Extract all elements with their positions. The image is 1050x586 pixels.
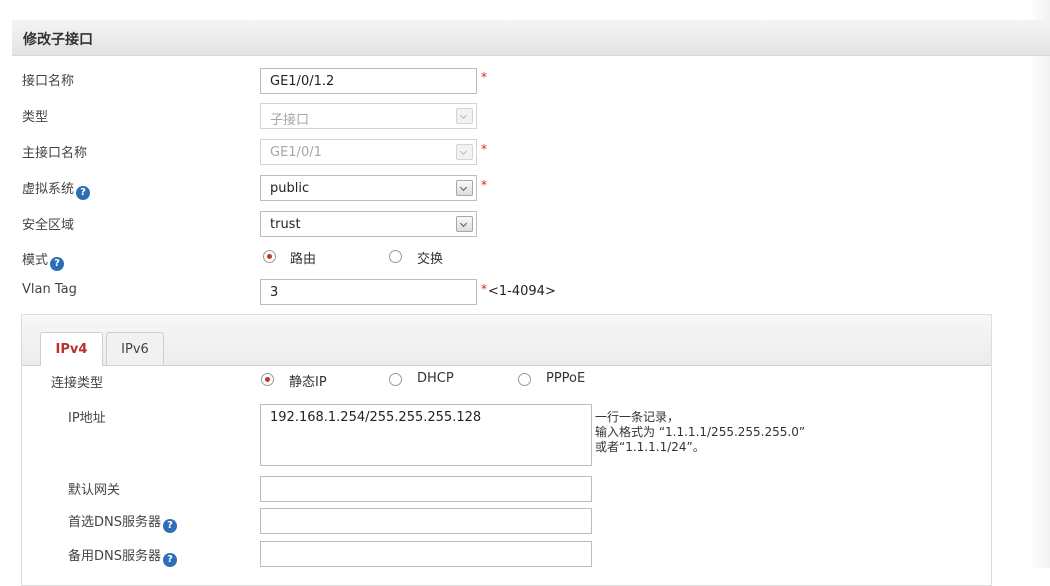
default-gateway-label: 默认网关 [68,483,121,498]
conn-dhcp-radio[interactable] [389,373,402,386]
parent-interface-value: GE1/0/1 [270,145,322,160]
interface-name-field[interactable]: GE1/0/1.2 [260,68,477,94]
tab-ipv4[interactable]: IPv4 [40,332,103,366]
page-edge-shade [1030,0,1050,568]
security-zone-value: trust [270,217,301,232]
conn-static-label[interactable]: 静态IP [289,371,327,390]
ip-address-label: IP地址 [68,411,106,426]
primary-dns-field[interactable] [260,508,592,534]
required-marker: * [481,178,487,192]
conn-pppoe-label[interactable]: PPPoE [546,371,585,386]
vlan-tag-label: Vlan Tag [22,282,77,297]
hint-line: 一行一条记录， [595,410,680,424]
ip-address-hint: 一行一条记录， 输入格式为 “1.1.1.1/255.255.255.0” 或者… [595,410,805,455]
security-zone-label: 安全区域 [22,218,75,233]
section-header: 修改子接口 [12,20,1050,56]
hint-line: 输入格式为 “1.1.1.1/255.255.255.0” [595,425,806,439]
conn-pppoe-radio[interactable] [518,373,531,386]
mode-route-label[interactable]: 路由 [290,248,316,267]
ip-tab-bar: IPv4 IPv6 [22,315,991,366]
type-label: 类型 [22,110,49,125]
vlan-tag-field[interactable]: 3 [260,279,477,305]
tab-ipv6[interactable]: IPv6 [106,332,164,365]
mode-switch-radio[interactable] [389,250,402,263]
chevron-down-icon[interactable] [456,216,473,232]
mode-switch-label[interactable]: 交换 [417,248,443,267]
default-gateway-field[interactable] [260,476,592,502]
virtual-system-label: 虚拟系统? [22,178,91,200]
required-marker: * [481,142,487,156]
conn-static-radio[interactable] [261,373,274,386]
virtual-system-select[interactable]: public [260,175,477,201]
primary-dns-label: 首选DNS服务器? [68,511,177,533]
hint-line: 或者“1.1.1.1/24”。 [595,440,705,454]
page-title: 修改子接口 [23,32,93,48]
ip-address-textarea[interactable]: 192.168.1.254/255.255.255.128 [260,404,592,466]
required-marker: * [481,282,487,296]
chevron-down-icon [456,144,473,160]
connection-type-label: 连接类型 [51,376,104,391]
virtual-system-label-text: 虚拟系统 [22,182,75,197]
chevron-down-icon [456,108,473,124]
secondary-dns-label-text: 备用DNS服务器 [68,549,161,564]
help-icon[interactable]: ? [163,519,177,533]
help-icon[interactable]: ? [50,257,65,271]
mode-label: 模式? [22,249,65,271]
chevron-down-icon[interactable] [456,180,473,196]
security-zone-select[interactable]: trust [260,211,477,237]
secondary-dns-label: 备用DNS服务器? [68,545,177,567]
type-value: 子接口 [270,113,310,128]
mode-label-text: 模式 [22,253,49,268]
parent-interface-label: 主接口名称 [22,146,88,161]
help-icon[interactable]: ? [76,186,91,200]
interface-name-label: 接口名称 [22,74,75,89]
primary-dns-label-text: 首选DNS服务器 [68,515,161,530]
mode-route-radio[interactable] [263,250,276,263]
vlan-range-hint: <1-4094> [488,284,556,299]
virtual-system-value: public [270,181,310,196]
required-marker: * [481,70,487,84]
conn-dhcp-label[interactable]: DHCP [417,371,454,386]
type-select: 子接口 [260,103,477,129]
secondary-dns-field[interactable] [260,541,592,567]
parent-interface-select: GE1/0/1 [260,139,477,165]
help-icon[interactable]: ? [163,553,177,567]
